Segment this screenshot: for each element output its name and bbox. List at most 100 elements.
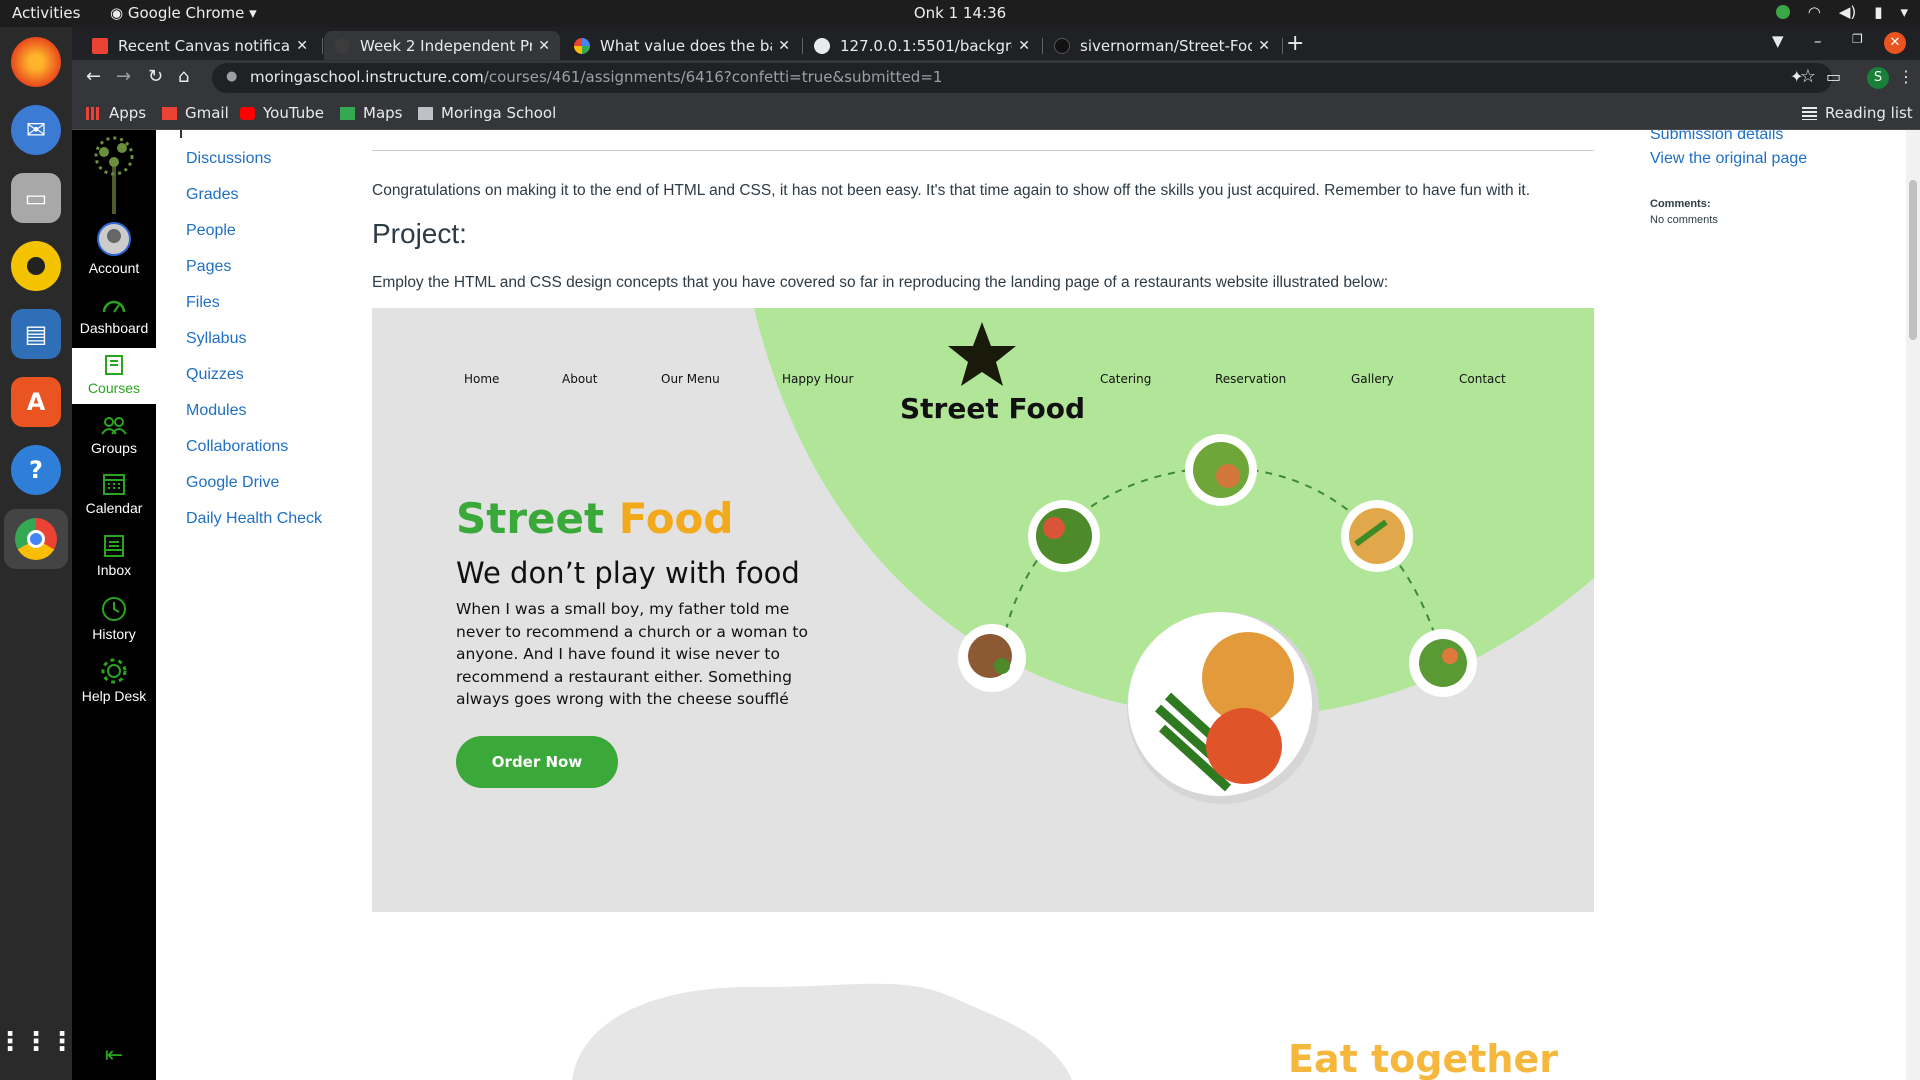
nav-label: Dashboard [79, 320, 149, 336]
plate-main-icon [1127, 612, 1319, 804]
globe-icon [814, 37, 830, 54]
groups-icon [101, 417, 127, 435]
project-heading: Project: [372, 218, 467, 249]
reading-list-icon [1802, 106, 1817, 120]
forward-icon[interactable]: → [116, 66, 131, 87]
software-icon[interactable]: A [11, 377, 61, 427]
show-apps-icon[interactable]: ⋮⋮⋮ [0, 1017, 75, 1067]
bookmark-maps[interactable]: Maps [340, 104, 402, 122]
course-nav-people[interactable]: People [186, 222, 236, 240]
course-nav-pages[interactable]: Pages [186, 258, 231, 276]
google-icon [574, 37, 590, 54]
tab-recent-canvas[interactable]: Recent Canvas notificatio ✕ [82, 31, 318, 60]
nav-label: Account [88, 260, 140, 276]
github-icon [1054, 37, 1070, 54]
close-tab-icon[interactable]: ✕ [1258, 38, 1270, 54]
course-nav-discussions[interactable]: Discussions [186, 150, 271, 168]
course-nav-syllabus[interactable]: Syllabus [186, 330, 246, 348]
bookmark-youtube[interactable]: YouTube [240, 104, 324, 122]
inbox-icon [104, 535, 124, 557]
app-menu[interactable]: ◉ Google Chrome ▾ [110, 4, 257, 22]
nav-help-desk[interactable]: Help Desk [72, 658, 156, 704]
plate-far-right-icon [1409, 629, 1477, 697]
landing-page-mockup: Home About Our Menu Happy Hour Catering … [372, 308, 1594, 912]
address-bar[interactable]: ● moringaschool.instructure.com/courses/… [212, 63, 1832, 93]
nav-courses[interactable]: Courses [72, 348, 156, 404]
calendar-icon [103, 474, 125, 495]
collapse-nav-icon[interactable]: ⇤ [72, 1042, 156, 1068]
close-tab-icon[interactable]: ✕ [1018, 38, 1030, 54]
writer-icon[interactable]: ▤ [11, 309, 61, 359]
nav-calendar[interactable]: Calendar [72, 472, 156, 516]
new-tab-button[interactable]: + [1286, 31, 1304, 56]
youtube-icon [240, 106, 255, 120]
course-nav-google-drive[interactable]: Google Drive [186, 474, 279, 492]
thunderbird-icon[interactable]: ✉ [11, 105, 61, 155]
course-nav-collaborations[interactable]: Collaborations [186, 438, 288, 456]
history-icon [102, 597, 126, 621]
system-tray[interactable]: ◠ ◀) ▮ ▾ [1775, 3, 1908, 21]
close-tab-icon[interactable]: ✕ [778, 38, 790, 54]
bookmark-gmail[interactable]: Gmail [162, 104, 229, 122]
reading-list-button[interactable]: Reading list [1802, 104, 1913, 122]
profile-avatar[interactable]: S [1867, 67, 1889, 89]
rhythmbox-icon[interactable] [11, 241, 61, 291]
dashboard-icon [102, 300, 126, 313]
institution-logo[interactable] [86, 134, 142, 214]
course-nav-daily-health-check[interactable]: Daily Health Check [186, 510, 322, 528]
gmail-icon [92, 37, 108, 54]
close-tab-icon[interactable]: ✕ [296, 38, 308, 54]
reload-icon[interactable]: ↻ [148, 66, 163, 87]
clock[interactable]: Onk 1 14:36 [0, 4, 1920, 22]
chrome-menu-icon[interactable]: ⋮ [1898, 67, 1914, 86]
battery-icon: ▮ [1874, 3, 1883, 21]
tab-week2-project[interactable]: Week 2 Independent Proj ✕ [324, 31, 560, 60]
help-icon[interactable]: ? [11, 445, 61, 495]
power-menu-icon[interactable]: ▾ [1900, 3, 1908, 21]
close-tab-icon[interactable]: ✕ [538, 38, 550, 54]
tab-github[interactable]: sivernorman/Street-Food ✕ [1044, 31, 1280, 60]
chrome-dock-icon[interactable] [4, 509, 68, 569]
back-icon[interactable]: ← [86, 66, 101, 87]
divider [372, 150, 1594, 151]
bookmark-moringa[interactable]: Moringa School [418, 104, 556, 122]
gmail-icon [162, 106, 177, 120]
course-nav-modules[interactable]: Modules [186, 402, 246, 420]
nav-dashboard[interactable]: Dashboard [72, 296, 156, 336]
course-nav-files[interactable]: Files [186, 294, 220, 312]
nav-history[interactable]: History [72, 596, 156, 642]
comments-value: No comments [1650, 214, 1718, 226]
minimize-icon[interactable]: – [1814, 32, 1822, 50]
view-original-page-link[interactable]: View the original page [1650, 150, 1807, 168]
extensions-icon[interactable]: ✦ [1790, 67, 1803, 86]
update-notifier-icon[interactable] [1775, 5, 1790, 19]
activities-button[interactable]: Activities [12, 4, 80, 22]
canvas-page: Account Dashboard Courses Groups Calenda… [72, 130, 1920, 1080]
nav-inbox[interactable]: Inbox [72, 534, 156, 578]
bookmark-label: Apps [109, 104, 147, 122]
course-nav-quizzes[interactable]: Quizzes [186, 366, 244, 384]
nav-groups[interactable]: Groups [72, 416, 156, 456]
tab-title: Week 2 Independent Proj [360, 36, 533, 55]
tab-search-icon[interactable]: ▼ [1772, 32, 1784, 50]
close-window-button[interactable]: ✕ [1884, 32, 1906, 54]
tab-separator [802, 38, 803, 54]
lock-icon: ● [226, 69, 238, 84]
scrollbar-thumb[interactable] [1909, 180, 1917, 340]
submission-details-link[interactable]: Submission details [1650, 130, 1783, 144]
account-avatar-icon [97, 222, 131, 256]
page-scrollbar[interactable] [1906, 130, 1920, 1080]
home-icon[interactable]: ⌂ [178, 66, 189, 87]
restore-icon[interactable]: ❐ [1852, 32, 1863, 46]
cast-icon[interactable]: ▭ [1826, 67, 1841, 86]
bookmark-apps[interactable]: Apps [86, 104, 146, 122]
tab-google-search[interactable]: What value does the back ✕ [564, 31, 800, 60]
files-icon[interactable]: ▭ [11, 173, 61, 223]
course-nav-grades[interactable]: Grades [186, 186, 238, 204]
firefox-icon[interactable] [11, 37, 61, 87]
bookmark-label: Gmail [185, 104, 229, 122]
apps-grid-icon [86, 106, 101, 120]
tab-strip: Recent Canvas notificatio ✕ Week 2 Indep… [72, 27, 1920, 60]
tab-localhost[interactable]: 127.0.0.1:5501/backgroun ✕ [804, 31, 1040, 60]
nav-account[interactable]: Account [72, 222, 156, 276]
